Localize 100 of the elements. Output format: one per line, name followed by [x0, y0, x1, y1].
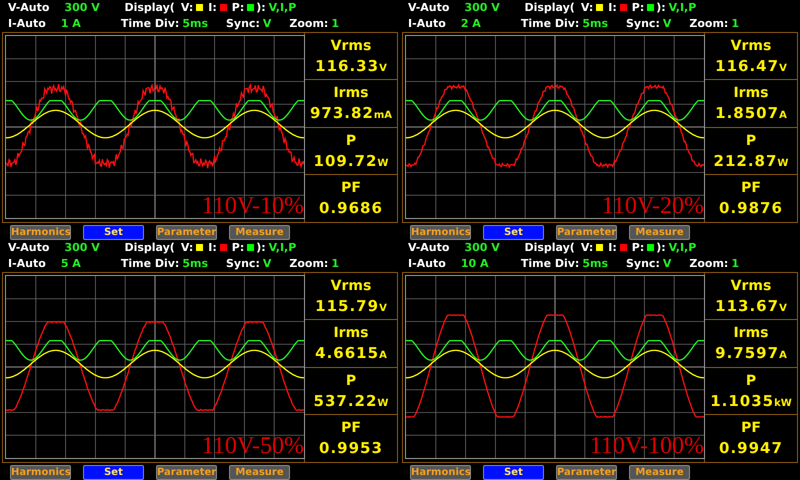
measurement-value: 9.7597A — [715, 344, 787, 362]
range-label: V-Auto — [8, 241, 50, 254]
zoom-label: Zoom: — [689, 17, 728, 30]
display-value: V,I,P — [668, 241, 696, 254]
sync-label: Sync: — [626, 257, 660, 270]
softkey-button[interactable]: Harmonics — [410, 224, 471, 240]
measurement-value: 109.72W — [314, 152, 388, 170]
sync-label: Sync: — [626, 17, 660, 30]
range-label: V-Auto — [8, 1, 50, 14]
display-label: ): — [656, 1, 666, 14]
measurement-value: 1.1035 kW — [710, 392, 792, 410]
measurement-label: Vrms — [330, 278, 372, 294]
measurement-value: 212.87W — [714, 152, 788, 170]
measurement-value: 0.9947 — [719, 439, 783, 458]
sync-label: Sync: — [226, 17, 260, 30]
sync-value: V — [662, 257, 672, 270]
measurement-label: P — [346, 372, 356, 389]
range-value: 300 V — [64, 1, 101, 14]
channel-label: I: — [608, 241, 617, 254]
measurement-label: Irms — [333, 85, 369, 102]
softkey-button[interactable]: Parameter — [156, 464, 217, 480]
measurement-label: Irms — [333, 325, 369, 342]
test-condition-label: 110V-50% — [202, 434, 304, 458]
channel-label: P: — [632, 241, 644, 254]
zoom-label: Zoom: — [689, 257, 728, 270]
channel-label: P: — [632, 1, 644, 14]
channel-label: I: — [208, 1, 217, 14]
zoom-value: 1 — [331, 17, 339, 30]
measurement-label: Vrms — [730, 38, 772, 54]
softkey-button[interactable]: Harmonics — [10, 224, 71, 240]
measurement-value: 973.82 mA — [310, 104, 392, 122]
measurement-label: PF — [341, 420, 361, 436]
range-label: I-Auto — [408, 257, 446, 270]
measurement-label: PF — [741, 420, 761, 436]
softkey-button[interactable]: Set — [483, 464, 544, 480]
measurement-value: 4.6615A — [315, 344, 387, 362]
range-value: 1 A — [60, 17, 82, 30]
sync-label: Sync: — [226, 257, 260, 270]
channel-label: V: — [580, 1, 594, 14]
channel-label: V: — [180, 241, 194, 254]
test-condition-label: 110V-100% — [590, 434, 704, 458]
zoom-label: Zoom: — [289, 17, 328, 30]
measurement-label: P — [746, 372, 756, 389]
zoom-label: Zoom: — [289, 257, 328, 270]
softkey-button[interactable]: Measure — [629, 464, 690, 480]
measurement-label: Irms — [733, 325, 769, 342]
softkey-button[interactable]: Harmonics — [10, 464, 71, 480]
range-value: 300 V — [64, 241, 101, 254]
measurement-value: 116.47V — [715, 56, 787, 75]
range-value: 10 A — [460, 257, 490, 270]
softkey-button[interactable]: Harmonics — [410, 464, 471, 480]
display-label: Display( — [124, 241, 175, 254]
display-label: Display( — [524, 1, 575, 14]
softkey-button[interactable]: Parameter — [156, 224, 217, 240]
sync-value: V — [662, 17, 672, 30]
time-div-value: 5ms — [582, 257, 608, 270]
time-div-value: 5ms — [182, 17, 208, 30]
measurement-label: Vrms — [730, 278, 772, 294]
range-label: V-Auto — [408, 1, 450, 14]
range-value: 5 A — [60, 257, 82, 270]
channel-label: V: — [580, 241, 594, 254]
measurement-value: 537.22W — [314, 392, 388, 410]
range-label: V-Auto — [408, 241, 450, 254]
channel-label: P: — [232, 1, 244, 14]
softkey-button[interactable]: Set — [83, 464, 144, 480]
range-label: I-Auto — [408, 17, 446, 30]
zoom-value: 1 — [331, 257, 339, 270]
display-label: ): — [256, 1, 266, 14]
softkey-button[interactable]: Parameter — [556, 224, 617, 240]
measurement-label: P — [346, 132, 356, 149]
softkey-button[interactable]: Measure — [229, 224, 290, 240]
channel-label: P: — [232, 241, 244, 254]
measurement-label: PF — [341, 180, 361, 196]
range-label: I-Auto — [8, 17, 46, 30]
softkey-button[interactable]: Set — [483, 224, 544, 240]
time-div-label: Time Div: — [120, 17, 180, 30]
zoom-value: 1 — [731, 17, 739, 30]
time-div-value: 5ms — [182, 257, 208, 270]
softkey-button[interactable]: Measure — [629, 224, 690, 240]
test-condition-label: 110V-10% — [202, 194, 304, 218]
sync-value: V — [262, 17, 272, 30]
softkey-button[interactable]: Parameter — [556, 464, 617, 480]
softkey-button[interactable]: Set — [83, 224, 144, 240]
time-div-label: Time Div: — [120, 257, 180, 270]
measurement-value: 0.9876 — [719, 199, 783, 218]
measurement-value: 113.67V — [715, 296, 787, 315]
time-div-label: Time Div: — [520, 257, 580, 270]
softkey-button[interactable]: Measure — [229, 464, 290, 480]
display-label: ): — [256, 241, 266, 254]
measurement-value: 115.79V — [315, 296, 387, 315]
display-value: V,I,P — [268, 1, 296, 14]
measurement-label: P — [746, 132, 756, 149]
time-div-value: 5ms — [582, 17, 608, 30]
measurement-value: 116.33V — [315, 56, 387, 75]
measurement-value: 1.8507A — [715, 104, 787, 122]
sync-value: V — [262, 257, 272, 270]
channel-label: I: — [608, 1, 617, 14]
range-label: I-Auto — [8, 257, 46, 270]
display-label: Display( — [524, 241, 575, 254]
channel-label: I: — [208, 241, 217, 254]
